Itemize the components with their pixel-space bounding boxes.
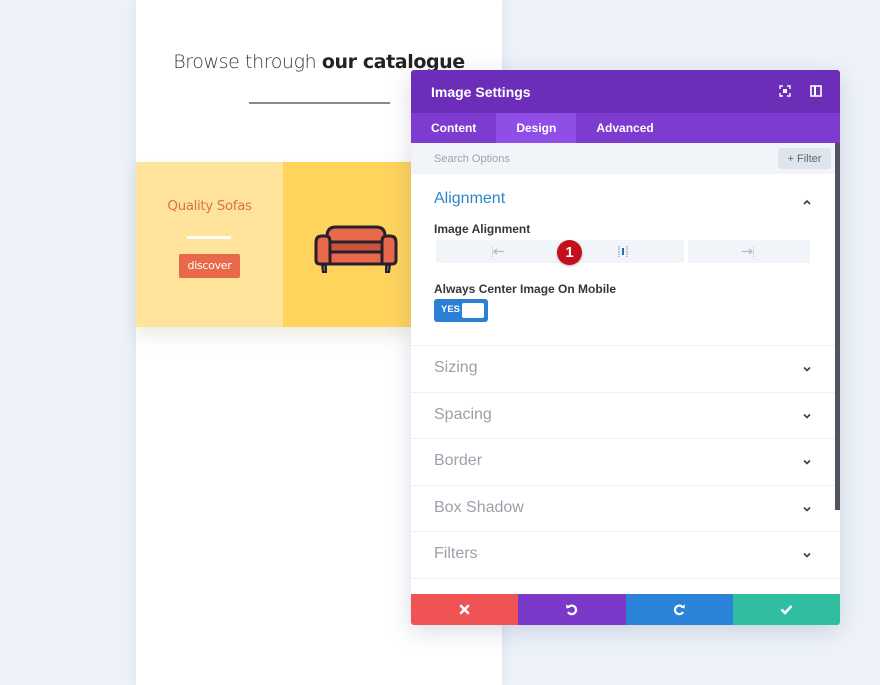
chevron-down-icon	[803, 366, 811, 372]
promo-banner: Quality Sofas discover	[136, 162, 412, 327]
toggle-state-label: YES	[441, 304, 461, 315]
discover-button[interactable]: discover	[179, 254, 240, 278]
panel-scrollbar[interactable]	[835, 143, 840, 510]
filter-button[interactable]: + Filter	[778, 148, 831, 169]
redo-button[interactable]	[625, 594, 733, 625]
chevron-down-icon	[803, 552, 811, 558]
redo-icon	[673, 604, 685, 616]
search-row: + Filter	[411, 143, 840, 174]
expand-icon[interactable]	[778, 84, 792, 98]
panel-header[interactable]: Image Settings	[411, 70, 840, 113]
section-label: Spacing	[434, 405, 492, 423]
undo-icon	[566, 604, 578, 616]
sofa-icon	[314, 225, 398, 273]
banner-text-column: Quality Sofas discover	[136, 162, 283, 327]
banner-image-column[interactable]	[283, 162, 412, 327]
image-alignment-label: Image Alignment	[434, 222, 531, 236]
section-box-shadow[interactable]: Box Shadow	[411, 486, 840, 532]
section-sizing[interactable]: Sizing	[411, 346, 840, 393]
banner-divider	[187, 236, 231, 239]
save-button[interactable]	[732, 594, 840, 625]
align-left-button[interactable]	[436, 240, 560, 263]
align-right-button[interactable]	[688, 240, 810, 263]
chevron-up-icon[interactable]	[802, 197, 812, 207]
chevron-down-icon	[803, 459, 811, 465]
undo-button[interactable]	[518, 594, 626, 625]
section-label: Border	[434, 452, 483, 469]
image-settings-panel: Image Settings Content Design Advanced +…	[411, 70, 840, 625]
section-border[interactable]: Border	[411, 439, 840, 486]
toggle-knob	[462, 303, 484, 318]
section-label: Filters	[434, 545, 478, 562]
align-right-icon	[742, 246, 754, 257]
chevron-down-icon	[803, 506, 811, 512]
cancel-button[interactable]	[411, 594, 519, 625]
close-icon	[459, 604, 470, 615]
section-filters[interactable]: Filters	[411, 532, 840, 579]
panel-title: Image Settings	[431, 83, 531, 100]
chevron-down-icon	[803, 413, 811, 419]
headline-light: Browse through	[173, 51, 322, 73]
step-badge: 1	[557, 240, 582, 265]
align-left-icon	[492, 246, 504, 257]
section-label: Sizing	[434, 359, 478, 376]
section-alignment: Alignment Image Alignment 1 Always Cente…	[411, 174, 840, 346]
section-spacing[interactable]: Spacing	[411, 393, 840, 439]
align-center-icon	[618, 246, 628, 257]
banner-title: Quality Sofas	[167, 198, 252, 214]
tab-design[interactable]: Design	[496, 113, 577, 143]
split-view-icon[interactable]	[809, 84, 823, 98]
tab-advanced[interactable]: Advanced	[576, 113, 673, 143]
headline-divider	[249, 102, 390, 104]
mobile-center-toggle[interactable]: YES	[434, 299, 488, 322]
search-options-input[interactable]	[411, 143, 771, 174]
section-title-alignment[interactable]: Alignment	[434, 190, 505, 208]
panel-tabs: Content Design Advanced	[411, 113, 840, 143]
tab-content[interactable]: Content	[411, 113, 496, 143]
section-label: Box Shadow	[434, 498, 524, 516]
mobile-center-label: Always Center Image On Mobile	[434, 282, 617, 296]
check-icon	[780, 605, 793, 615]
panel-footer	[411, 594, 840, 625]
